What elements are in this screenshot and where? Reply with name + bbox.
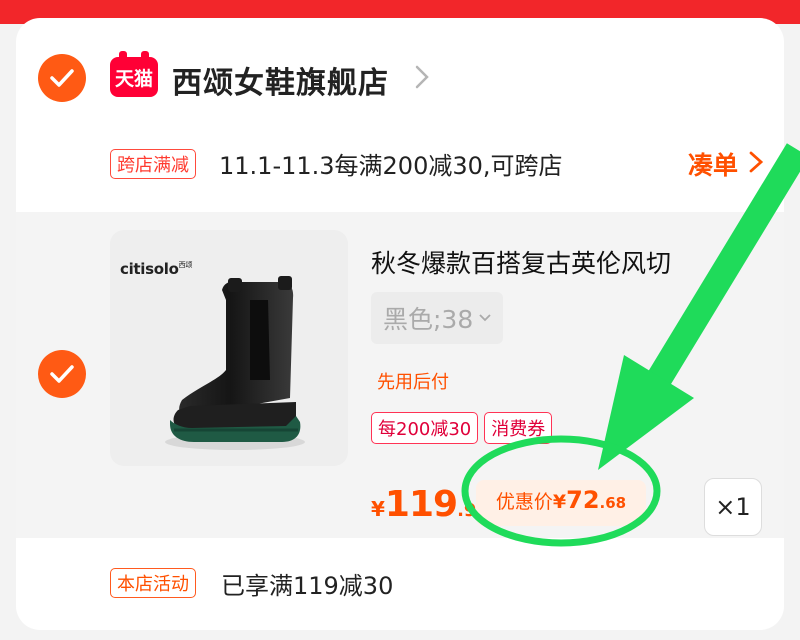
promo-text: 11.1-11.3每满200减30,可跨店 [219,152,563,180]
checkmark-icon [50,365,74,383]
tmall-logo: 天猫 [110,51,158,97]
product-price: ¥119.9 [371,484,477,525]
brand-logo: citisolo西颂 [120,260,193,278]
quantity-button[interactable]: ×1 [704,478,762,536]
pay-later-label: 先用后付 [377,372,449,393]
chevron-right-icon[interactable] [748,150,764,174]
store-header[interactable]: 天猫 西颂女鞋旗舰店 [16,48,784,108]
product-title[interactable]: 秋冬爆款百搭复古英伦风切 [371,244,771,280]
store-name[interactable]: 西颂女鞋旗舰店 [172,58,389,102]
cart-store-card: 天猫 西颂女鞋旗舰店 跨店满减 11.1-11.3每满200减30,可跨店 凑单… [16,18,784,630]
checkmark-icon [50,69,74,87]
cross-store-tag: 跨店满减 [110,149,196,179]
cart-item: citisolo西颂 秋冬爆款百搭复古英伦风切 黑色;38 先用后付 每200减… [16,212,784,538]
store-activity-tag: 本店活动 [110,568,196,598]
store-activity-text: 已享满119减30 [221,572,394,600]
cross-store-promo-row: 跨店满减 11.1-11.3每满200减30,可跨店 凑单 [16,136,784,192]
sku-selector[interactable]: 黑色;38 [371,292,504,344]
add-on-link[interactable]: 凑单 [688,146,738,182]
sku-value: 黑色;38 [383,305,474,334]
product-tags: 每200减30 消费券 [371,412,553,444]
item-select-checkbox[interactable] [38,350,86,398]
product-image[interactable]: citisolo西颂 [110,230,348,466]
chevron-right-icon[interactable] [414,64,430,90]
coupon-tag: 消费券 [484,412,553,444]
store-select-checkbox[interactable] [38,54,86,102]
discount-price: 优惠价 ¥72.68 [476,480,646,526]
discount-tag: 每200减30 [371,412,479,444]
store-activity-row: 本店活动 已享满119减30 [16,558,784,614]
chevron-down-icon [479,314,491,322]
